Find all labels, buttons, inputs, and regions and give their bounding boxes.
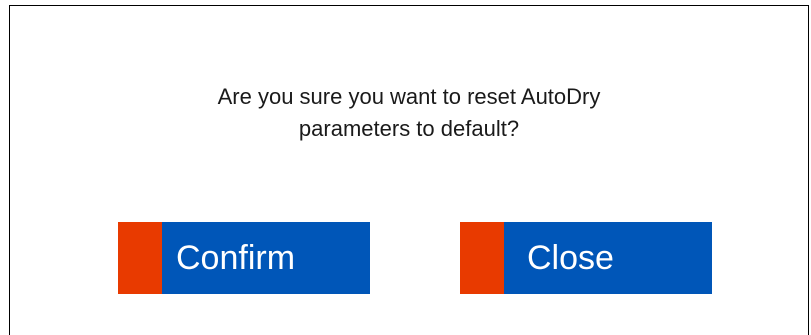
close-button[interactable]: Close — [460, 222, 712, 294]
confirm-button-face[interactable]: Confirm — [162, 222, 370, 294]
confirm-button[interactable]: Confirm — [118, 222, 370, 294]
dialog-message-line-2: parameters to default? — [298, 116, 520, 141]
confirm-button-label: Confirm — [176, 238, 296, 277]
close-button-face[interactable]: Close — [504, 222, 712, 294]
dialog-message-line-1: Are you sure you want to reset AutoDry — [217, 84, 601, 109]
close-button-accent — [460, 222, 504, 294]
confirm-button-accent — [118, 222, 162, 294]
close-button-label: Close — [527, 238, 614, 277]
dialog-message: Are you sure you want to reset AutoDry p… — [9, 81, 809, 145]
